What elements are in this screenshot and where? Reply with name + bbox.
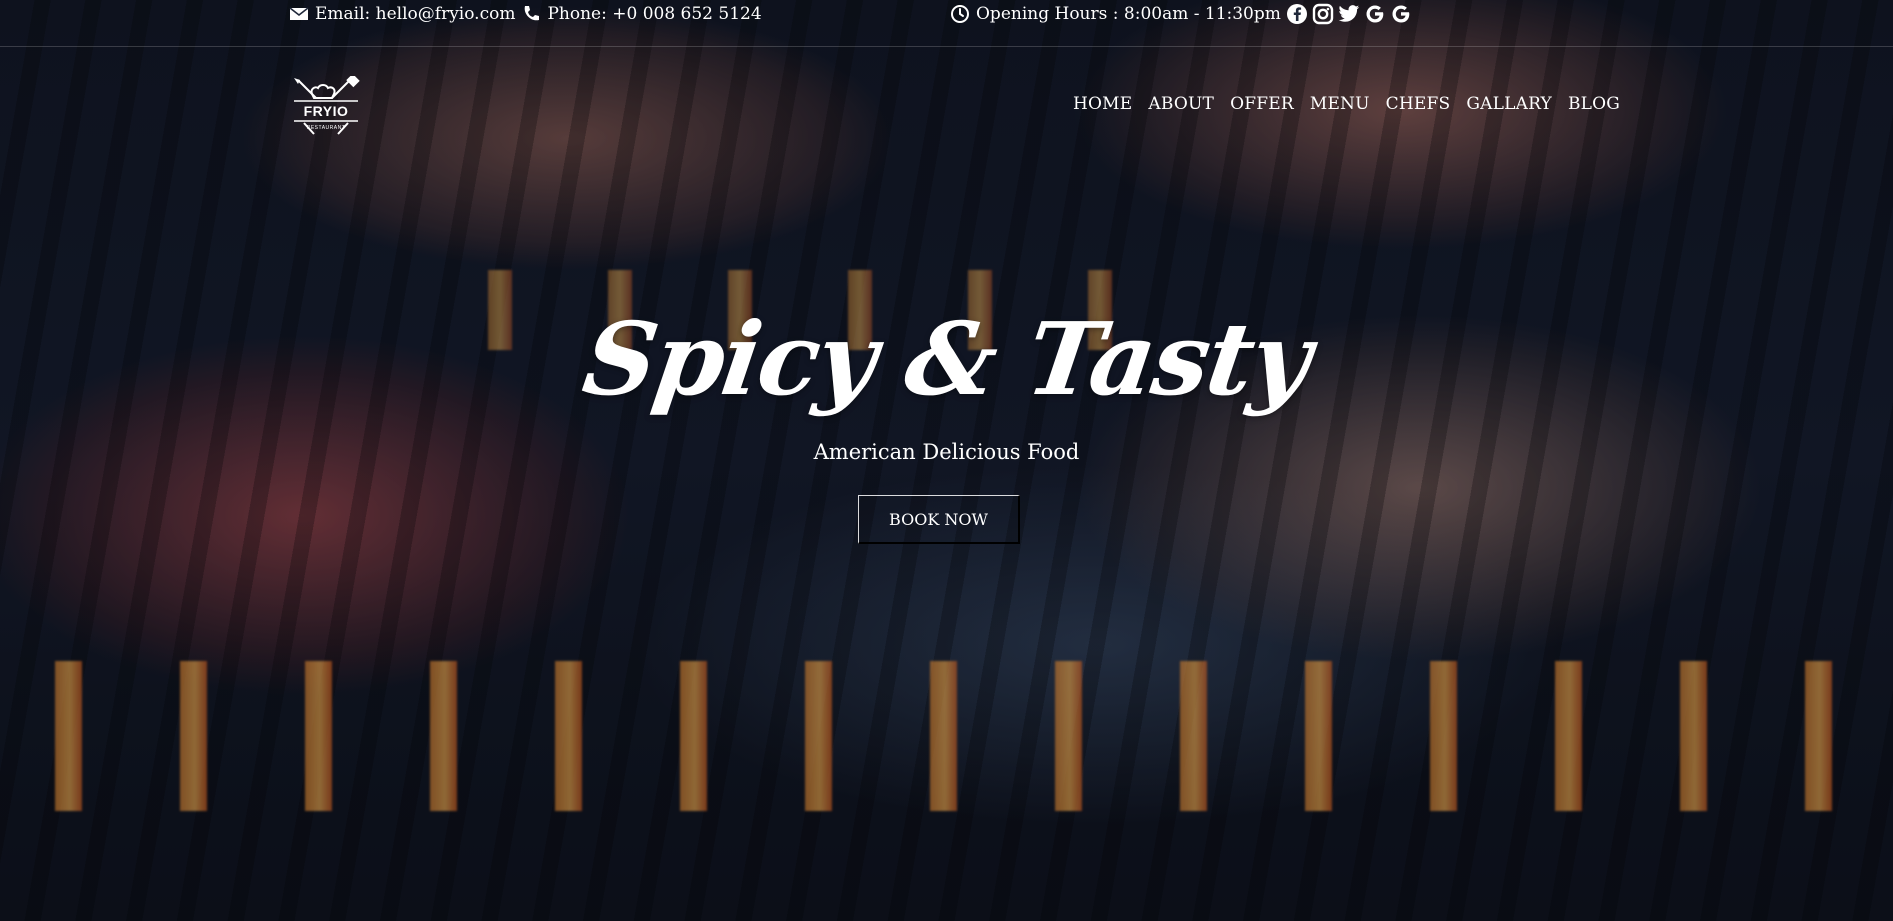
topbar-hours-social: Opening Hours : 8:00am - 11:30pm [950,0,1412,28]
topbar: Email: hello@fryio.com Phone: +0 008 652… [0,0,1893,47]
twitter-icon[interactable] [1338,4,1360,24]
hours-text: Opening Hours : 8:00am - 11:30pm [976,4,1281,24]
nav-item-home[interactable]: HOME [1073,94,1132,114]
phone-item[interactable]: Phone: +0 008 652 5124 [521,4,762,24]
hero-subtitle: American Delicious Food [813,440,1080,464]
main-nav: HOME ABOUT OFFER MENU CHEFS GALLARY BLOG [1073,94,1620,114]
phone-text[interactable]: Phone: +0 008 652 5124 [547,4,761,24]
logo-tagline: RESTAURANT [306,125,346,131]
social-links [1286,3,1412,25]
clock-icon [950,4,970,24]
phone-icon [521,4,541,24]
nav-item-offer[interactable]: OFFER [1230,94,1294,114]
email-text[interactable]: Email: hello@fryio.com [315,4,515,24]
site-logo[interactable]: FRYIO RESTAURANT [290,73,362,138]
email-item[interactable]: Email: hello@fryio.com [289,4,515,24]
nav-item-menu[interactable]: MENU [1310,94,1370,114]
envelope-icon [289,6,309,22]
google-icon[interactable] [1390,3,1412,25]
facebook-icon[interactable] [1286,3,1308,25]
instagram-icon[interactable] [1312,3,1334,25]
hero-section: Email: hello@fryio.com Phone: +0 008 652… [0,0,1893,921]
logo-brand: FRYIO [303,103,349,119]
google-icon[interactable] [1364,3,1386,25]
hours-item: Opening Hours : 8:00am - 11:30pm [950,4,1281,24]
nav-item-gallary[interactable]: GALLARY [1466,94,1552,114]
nav-item-about[interactable]: ABOUT [1148,94,1214,114]
book-now-button[interactable]: BOOK NOW [858,495,1020,544]
topbar-contact: Email: hello@fryio.com Phone: +0 008 652… [289,0,762,28]
nav-item-chefs[interactable]: CHEFS [1386,94,1451,114]
hero-title: Spicy & Tasty [576,300,1317,418]
nav-item-blog[interactable]: BLOG [1568,94,1620,114]
